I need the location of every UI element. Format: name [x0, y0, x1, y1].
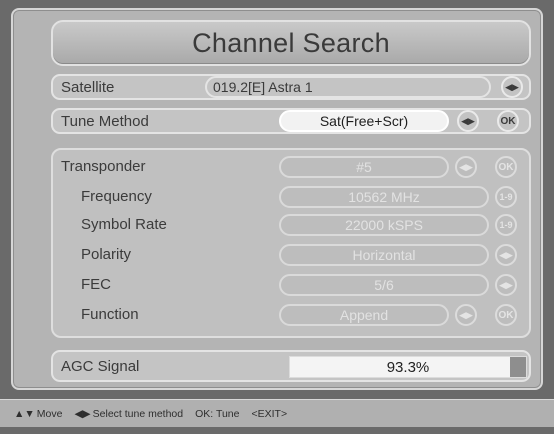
agc-signal-value: 93.3%	[386, 359, 430, 376]
polarity-value[interactable]: Horizontal	[279, 244, 489, 266]
polarity-label: Polarity	[81, 246, 132, 263]
channel-search-panel: Channel Search Satellite 019.2[E] Astra …	[11, 8, 543, 390]
transponder-group: Transponder #5 ◀▶ OK Frequency 10562 MHz…	[51, 148, 531, 338]
agc-signal-label: AGC Signal	[61, 358, 140, 375]
help-bar: ▲▼ Move ◀▶ Select tune method OK: Tune <…	[0, 399, 554, 427]
fec-value[interactable]: 5/6	[279, 274, 489, 296]
fec-label: FEC	[81, 276, 111, 293]
left-right-arrows-icon: ◀▶	[459, 161, 473, 172]
help-exit-text: <EXIT>	[251, 407, 288, 420]
title-bar: Channel Search	[51, 20, 531, 66]
tune-method-row[interactable]: Tune Method Sat(Free+Scr) ◀▶ OK	[51, 108, 531, 134]
agc-signal-bar: 93.3%	[289, 356, 527, 378]
fec-left-right-button[interactable]: ◀▶	[495, 274, 517, 296]
tune-method-left-right-button[interactable]: ◀▶	[457, 110, 479, 132]
number-keys-icon: 1-9	[499, 220, 513, 230]
ok-label: OK	[498, 161, 514, 173]
symbol-rate-value[interactable]: 22000 kSPS	[279, 214, 489, 236]
symbol-rate-value-text: 22000 kSPS	[345, 217, 423, 233]
function-label: Function	[81, 306, 139, 323]
tune-method-value-text: Sat(Free+Scr)	[319, 113, 409, 129]
function-ok-button[interactable]: OK	[495, 304, 517, 326]
left-right-arrows-icon: ◀▶	[499, 279, 513, 290]
help-ok-tune-text: OK: Tune	[195, 407, 240, 420]
help-ok-tune: OK: Tune	[195, 408, 239, 420]
satellite-value[interactable]: 019.2[E] Astra 1	[205, 76, 491, 98]
transponder-ok-button[interactable]: OK	[495, 156, 517, 178]
help-exit: <EXIT>	[251, 408, 287, 420]
function-left-right-button[interactable]: ◀▶	[455, 304, 477, 326]
satellite-label: Satellite	[61, 79, 115, 96]
left-right-arrows-icon: ◀▶	[499, 249, 513, 260]
agc-signal-row: AGC Signal 93.3%	[51, 350, 531, 382]
number-keys-icon: 1-9	[499, 192, 513, 202]
transponder-left-right-button[interactable]: ◀▶	[455, 156, 477, 178]
help-move: ▲▼ Move	[14, 408, 62, 420]
frequency-number-button[interactable]: 1-9	[495, 186, 517, 208]
help-move-text: Move	[36, 407, 63, 420]
polarity-left-right-button[interactable]: ◀▶	[495, 244, 517, 266]
tune-method-value[interactable]: Sat(Free+Scr)	[279, 110, 449, 132]
tune-method-ok-button[interactable]: OK	[497, 110, 519, 132]
polarity-value-text: Horizontal	[352, 247, 416, 263]
satellite-left-right-button[interactable]: ◀▶	[501, 76, 523, 98]
transponder-value-text: #5	[356, 159, 372, 175]
satellite-row[interactable]: Satellite 019.2[E] Astra 1 ◀▶	[51, 74, 531, 100]
frequency-value[interactable]: 10562 MHz	[279, 186, 489, 208]
function-value[interactable]: Append	[279, 304, 449, 326]
left-right-arrows-icon: ◀▶	[461, 115, 475, 126]
tune-method-label: Tune Method	[61, 113, 149, 130]
ok-label: OK	[498, 309, 514, 321]
left-right-arrows-icon: ◀▶	[505, 81, 519, 92]
ok-label: OK	[500, 115, 516, 127]
page-title: Channel Search	[192, 27, 390, 58]
help-select: ◀▶ Select tune method	[74, 408, 183, 420]
left-right-arrows-icon: ◀▶	[74, 407, 91, 420]
transponder-value[interactable]: #5	[279, 156, 449, 178]
symbol-rate-number-button[interactable]: 1-9	[495, 214, 517, 236]
frequency-label: Frequency	[81, 188, 152, 205]
up-down-arrows-icon: ▲▼	[14, 407, 35, 420]
transponder-label: Transponder	[61, 158, 146, 175]
satellite-value-text: 019.2[E] Astra 1	[213, 79, 313, 95]
fec-value-text: 5/6	[374, 277, 394, 293]
screen: Channel Search Satellite 019.2[E] Astra …	[0, 0, 554, 434]
help-select-text: Select tune method	[92, 407, 184, 420]
function-value-text: Append	[339, 307, 389, 323]
frequency-value-text: 10562 MHz	[348, 189, 420, 205]
symbol-rate-label: Symbol Rate	[81, 216, 167, 233]
left-right-arrows-icon: ◀▶	[459, 309, 473, 320]
